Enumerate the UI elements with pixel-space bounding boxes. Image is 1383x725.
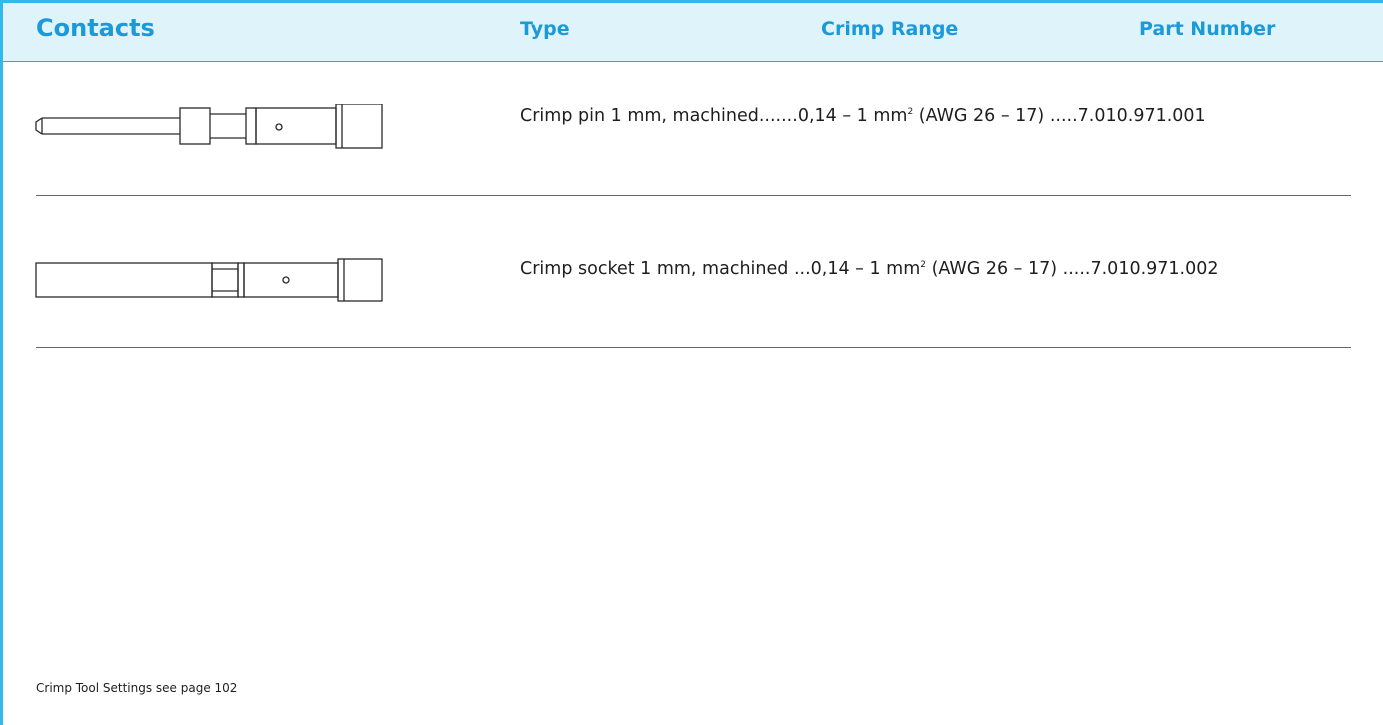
crimp-range-value: 0,14 – 1 mm (797, 106, 908, 126)
row-divider (36, 195, 1351, 196)
dot-leader: ..... (1044, 106, 1078, 126)
part-number-cell: 7.010.971.002 (1090, 259, 1219, 279)
dot-leader: ... (788, 259, 811, 279)
dot-leader: ..... (1062, 259, 1091, 279)
awg-range: (AWG 26 – 17) (913, 106, 1045, 126)
crimp-range-cell: 0,14 – 1 mm2 (AWG 26 – 17) (798, 106, 1044, 126)
type-cell: Crimp socket 1 mm, machined (520, 259, 789, 279)
crimp-socket-drawing (35, 258, 383, 302)
table-row: Crimp socket 1 mm, machined ...0,14 – 1 … (520, 259, 1219, 279)
column-header-type: Type (520, 18, 570, 40)
crimp-pin-drawing (35, 104, 383, 149)
column-header-crimp-range: Crimp Range (821, 18, 959, 40)
dot-leader: ....... (758, 106, 798, 126)
row-divider (36, 347, 1351, 348)
header-rule (3, 61, 1383, 62)
type-cell: Crimp pin 1 mm, machined (520, 106, 759, 126)
section-title: Contacts (36, 14, 155, 42)
footnote: Crimp Tool Settings see page 102 (36, 681, 238, 695)
table-row: Crimp pin 1 mm, machined.......0,14 – 1 … (520, 106, 1206, 126)
column-header-part-number: Part Number (1139, 18, 1276, 40)
part-number-cell: 7.010.971.001 (1077, 106, 1206, 126)
crimp-range-cell: 0,14 – 1 mm2 (AWG 26 – 17) (811, 259, 1063, 279)
crimp-range-value: 0,14 – 1 mm (810, 259, 921, 279)
awg-range: (AWG 26 – 17) (926, 259, 1063, 279)
